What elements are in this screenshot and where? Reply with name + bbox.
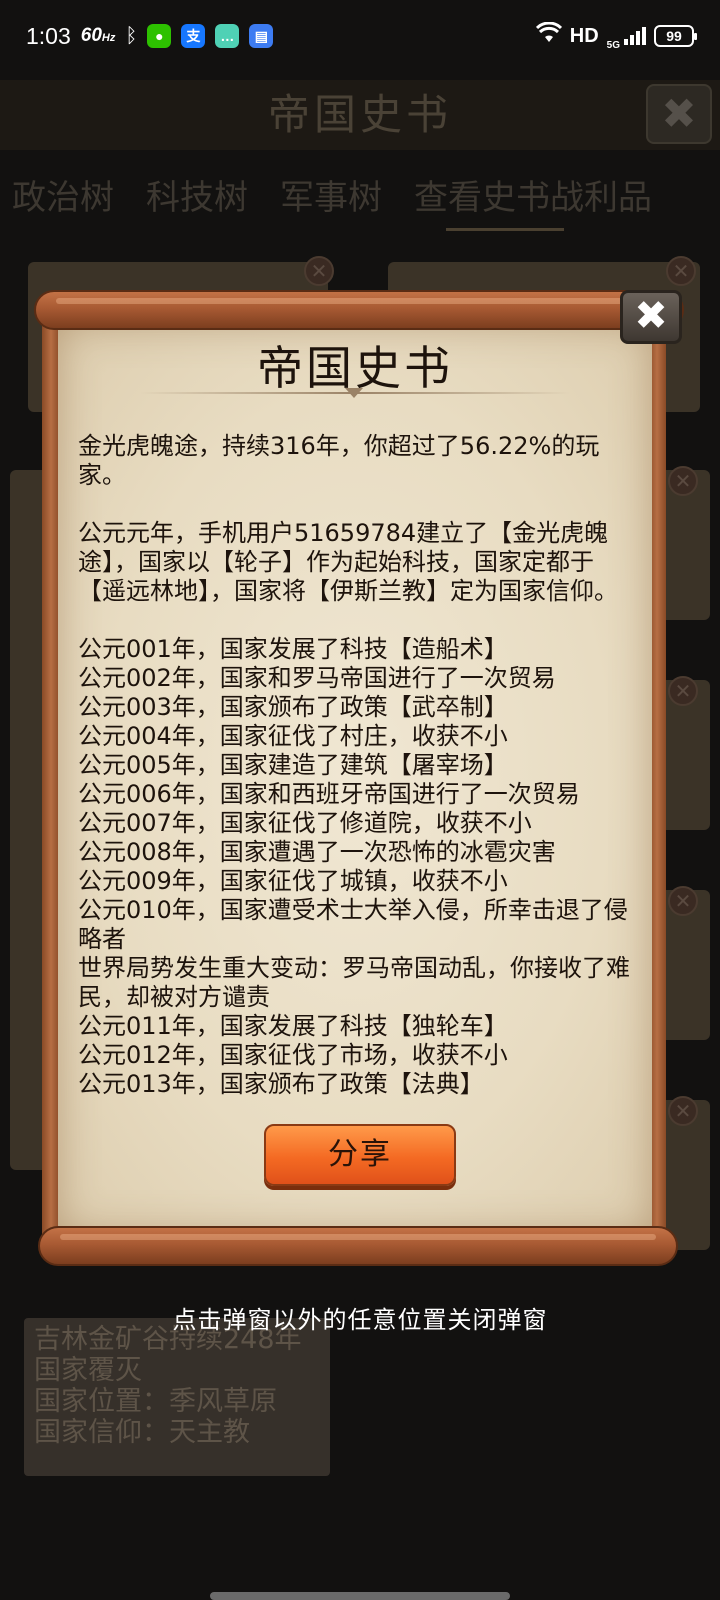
scroll-bottom-rod bbox=[38, 1226, 678, 1266]
tab-politics-tree: 政治树 bbox=[12, 178, 114, 218]
history-event: 公元005年，国家建造了建筑【屠宰场】 bbox=[78, 751, 508, 779]
refresh-rate-value: 60 bbox=[80, 25, 102, 46]
home-indicator[interactable] bbox=[210, 1592, 510, 1600]
history-event: 公元012年，国家征伐了市场，收获不小 bbox=[78, 1041, 508, 1069]
card-remove-icon: ✕ bbox=[668, 886, 698, 916]
signal-strength-icon bbox=[624, 27, 646, 45]
card-remove-icon: ✕ bbox=[668, 466, 698, 496]
nation-status: 国家覆灭 bbox=[34, 1355, 142, 1386]
nation-religion: 国家信仰：天主教 bbox=[34, 1417, 250, 1448]
alipay-icon: 支 bbox=[181, 24, 206, 48]
background-tab-bar: 政治树 科技树 军事树 查看史书战利品 bbox=[0, 170, 720, 230]
close-hint: 点击弹窗以外的任意位置关闭弹窗 bbox=[172, 1306, 548, 1334]
status-bar: 1:03 60Hz ᛒ ● 支 … ▤ HD 5G 99 bbox=[0, 0, 720, 72]
history-event: 公元009年，国家征伐了城镇，收获不小 bbox=[78, 867, 508, 895]
status-bar-right: HD 5G 99 bbox=[535, 21, 697, 51]
wifi-icon bbox=[535, 21, 562, 50]
network-generation: 5G bbox=[606, 39, 620, 51]
close-dialog-button[interactable]: ✖ bbox=[620, 290, 682, 344]
history-event: 公元004年，国家征伐了村庄，收获不小 bbox=[78, 722, 508, 750]
history-event: 公元002年，国家和罗马帝国进行了一次贸易 bbox=[78, 664, 556, 692]
document-app-icon: ▤ bbox=[249, 24, 274, 48]
history-event: 公元003年，国家颁布了政策【武卒制】 bbox=[78, 693, 508, 721]
history-event: 公元001年，国家发展了科技【造船术】 bbox=[78, 635, 508, 663]
background-nation-card: 吉林金矿谷持续248年 国家覆灭 国家位置：季风草原 国家信仰：天主教 bbox=[24, 1318, 330, 1476]
hd-indicator: HD bbox=[569, 24, 599, 47]
background-close-icon: ✖ bbox=[646, 84, 712, 144]
status-bar-left: 1:03 60Hz ᛒ ● 支 … ▤ bbox=[26, 22, 274, 50]
card-remove-icon: ✕ bbox=[304, 256, 334, 286]
title-divider bbox=[140, 388, 570, 398]
history-event: 公元008年，国家遭遇了一次恐怖的冰雹灾害 bbox=[78, 838, 556, 866]
battery-icon: 99 bbox=[654, 25, 697, 47]
background-page-title: 帝国史书 bbox=[0, 80, 720, 150]
tab-military-tree: 军事树 bbox=[280, 178, 382, 218]
refresh-rate-unit: Hz bbox=[101, 32, 116, 44]
tab-view-history-spoils: 查看史书战利品 bbox=[414, 178, 652, 218]
nation-location: 国家位置：季风草原 bbox=[34, 1386, 277, 1417]
active-tab-underline bbox=[446, 228, 564, 231]
wechat-icon: ● bbox=[147, 24, 172, 48]
scroll-top-rod bbox=[34, 290, 684, 330]
card-remove-icon: ✕ bbox=[666, 256, 696, 286]
history-event: 公元007年，国家征伐了修道院，收获不小 bbox=[78, 809, 532, 837]
refresh-rate-indicator: 60Hz bbox=[81, 25, 116, 47]
tab-tech-tree: 科技树 bbox=[146, 178, 248, 218]
history-event: 公元011年，国家发展了科技【独轮车】 bbox=[78, 1012, 508, 1040]
history-event: 公元006年，国家和西班牙帝国进行了一次贸易 bbox=[78, 780, 580, 808]
history-event: 公元010年，国家遭受术士大举入侵，所幸击退了侵略者 bbox=[78, 896, 628, 953]
message-icon: … bbox=[215, 24, 240, 48]
bluetooth-icon: ᛒ bbox=[125, 24, 138, 47]
history-intro: 金光虎魄途，持续316年，你超过了56.22%的玩家。 bbox=[78, 432, 600, 489]
battery-level: 99 bbox=[666, 28, 682, 44]
card-remove-icon: ✕ bbox=[668, 676, 698, 706]
history-text-area[interactable]: 金光虎魄途，持续316年，你超过了56.22%的玩家。 公元元年，手机用户516… bbox=[78, 432, 638, 1104]
share-button[interactable]: 分享 bbox=[264, 1124, 456, 1186]
history-event: 公元013年，国家颁布了政策【法典】 bbox=[78, 1070, 484, 1098]
clock: 1:03 bbox=[26, 22, 71, 49]
history-world-event: 世界局势发生重大变动：罗马帝国动乱，你接收了难民，却被对方谴责 bbox=[78, 954, 630, 1011]
history-founding: 公元元年，手机用户51659784建立了【金光虎魄途】，国家以【轮子】作为起始科… bbox=[78, 519, 618, 605]
card-remove-icon: ✕ bbox=[668, 1096, 698, 1126]
